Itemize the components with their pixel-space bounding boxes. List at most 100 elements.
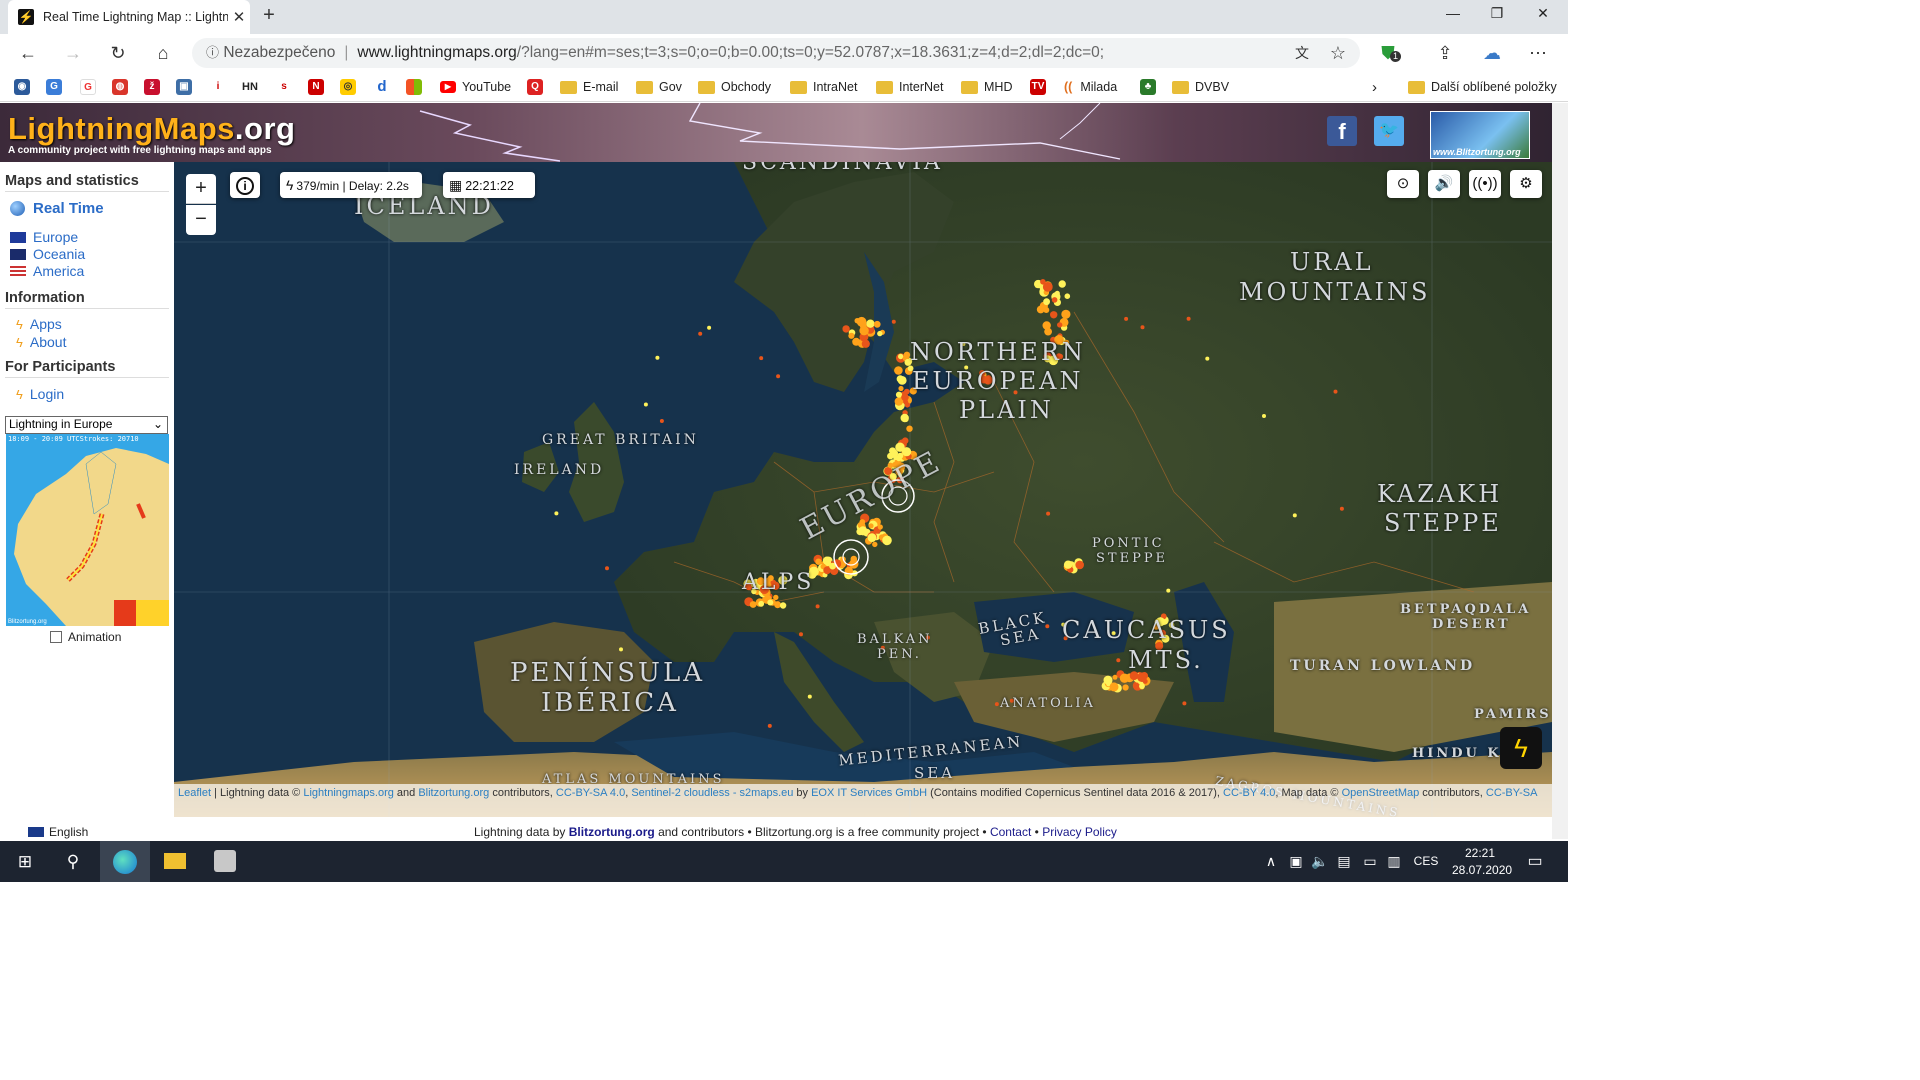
globe-icon (10, 201, 25, 216)
sidebar-item-label: Apps (29, 316, 62, 332)
leaflet-link[interactable]: Leaflet (178, 787, 211, 799)
file-explorer-icon[interactable] (150, 841, 200, 882)
fav-mhd[interactable]: MHD (961, 78, 1012, 96)
hn-favicon[interactable]: HN (242, 81, 258, 93)
forward-button[interactable]: → (59, 39, 87, 67)
tray-app-icon[interactable]: ▥ (1382, 841, 1406, 882)
fav-internet[interactable]: InterNet (876, 78, 943, 96)
fav-milada[interactable]: ((Milada (1064, 78, 1117, 96)
d-favicon-icon[interactable]: d (374, 79, 390, 95)
fav-other[interactable]: Další oblíbené položky (1408, 78, 1557, 96)
seznam-favicon-icon[interactable]: s (276, 79, 292, 95)
sidebar-item-apps[interactable]: ϟ Apps (16, 316, 62, 332)
fav-intranet[interactable]: IntraNet (790, 78, 857, 96)
n-favicon-icon[interactable]: N (308, 79, 324, 95)
refresh-button[interactable]: ↻ (104, 39, 132, 67)
sidebar-item-oceania[interactable]: Oceania (10, 246, 85, 262)
microsoft-favicon-icon[interactable] (406, 79, 422, 95)
chevron-right-icon[interactable]: › (1372, 78, 1377, 96)
input-language[interactable]: CES (1408, 841, 1444, 882)
lightning-strike (891, 319, 896, 324)
blitzortung-logo[interactable]: www.Blitzortung.org (1430, 111, 1530, 159)
notifications-icon[interactable]: ▭ (1512, 841, 1558, 882)
maximize-button[interactable]: ❐ (1474, 0, 1520, 28)
cloud-icon[interactable]: ☁ (1478, 39, 1506, 67)
translate-icon[interactable]: 文 (1288, 39, 1316, 67)
checkbox-box[interactable] (50, 631, 62, 643)
lightning-map[interactable]: SCANDINAVIA ICELAND URAL MOUNTAINS NORTH… (174, 162, 1552, 817)
fav-youtube[interactable]: ▶ YouTube (440, 78, 511, 96)
page-scrollbar[interactable] (1552, 103, 1568, 839)
lightning-mode-button[interactable]: ϟ (1500, 727, 1542, 769)
more-menu-icon[interactable]: ⋯ (1524, 39, 1552, 67)
news-favicon-icon[interactable]: ▣ (176, 79, 192, 95)
zive-favicon-icon[interactable]: ž (144, 79, 160, 95)
site-logo[interactable]: LightningMaps.org (8, 111, 295, 147)
tray-app-icon[interactable]: ▤ (1332, 841, 1356, 882)
new-tab-button[interactable]: + (258, 5, 280, 27)
sidebar-item-america[interactable]: America (10, 263, 84, 279)
frog-favicon-icon[interactable]: ♣ (1140, 79, 1156, 95)
twitter-icon[interactable]: 🐦 (1374, 116, 1404, 146)
shield-favicon-icon[interactable]: ◎ (340, 79, 356, 95)
cc-by-link[interactable]: CC-BY 4.0 (1223, 787, 1275, 799)
volume-icon[interactable]: 🔈 (1308, 841, 1332, 882)
back-button[interactable]: ← (14, 39, 42, 67)
facebook-icon[interactable]: f (1327, 116, 1357, 146)
globe-favicon-icon[interactable]: ◍ (112, 79, 128, 95)
animation-checkbox[interactable]: Animation (50, 630, 121, 644)
sidebar-item-realtime[interactable]: Real Time (10, 200, 104, 217)
contact-link[interactable]: Contact (990, 825, 1031, 839)
sidebar-item-about[interactable]: ϟ About (16, 334, 66, 350)
sentinel-link[interactable]: Sentinel-2 cloudless - s2maps.eu (631, 787, 793, 799)
idnes-favicon-icon[interactable]: i (210, 79, 226, 95)
lightningmaps-link[interactable]: Lightningmaps.org (303, 787, 394, 799)
translate-favicon-icon[interactable]: G (46, 79, 62, 95)
eox-link[interactable]: EOX IT Services GmbH (811, 787, 927, 799)
network-icon[interactable]: ▣ (1284, 841, 1308, 882)
europe-minimap[interactable]: 18:09 - 20:09 UTCStrokes: 20710 Blitzort… (6, 434, 169, 626)
q-favicon-icon[interactable]: Q (527, 79, 543, 95)
minimize-button[interactable]: — (1430, 0, 1476, 28)
zoom-in-button[interactable]: + (186, 174, 216, 204)
sidebar-item-login[interactable]: ϟ Login (16, 386, 64, 402)
fav-email[interactable]: E-mail (560, 78, 618, 96)
privacy-link[interactable]: Privacy Policy (1042, 825, 1117, 839)
address-bar[interactable]: ⓘ Nezabezpečeno | www.lightningmaps.org/?l… (192, 38, 1360, 68)
site-info-icon[interactable]: ⓘ (206, 45, 219, 60)
share-icon[interactable]: ⇪ (1431, 39, 1459, 67)
edge-icon[interactable] (100, 841, 150, 882)
cc-by-sa-link[interactable]: CC-BY-SA 4.0 (556, 787, 625, 799)
blitzortung-link[interactable]: Blitzortung.org (418, 787, 489, 799)
fav-obchody[interactable]: Obchody (698, 78, 771, 96)
taskbar-clock[interactable]: 22:21 28.07.2020 (1452, 845, 1512, 879)
sidebar-item-europe[interactable]: Europe (10, 229, 78, 245)
app-icon[interactable] (200, 841, 250, 882)
shield-extension-icon[interactable]: ⛊ 1 (1374, 39, 1402, 67)
close-tab-icon[interactable]: ✕ (228, 8, 250, 26)
locate-button[interactable]: ⊙ (1387, 170, 1419, 198)
windows-start-icon[interactable]: ⊞ (0, 841, 50, 882)
fav-gov[interactable]: Gov (636, 78, 682, 96)
sound-button[interactable]: 🔊 (1428, 170, 1460, 198)
google-favicon-icon[interactable]: G (80, 79, 96, 95)
home-button[interactable]: ⌂ (149, 39, 177, 67)
region-select[interactable]: Lightning in Europe ⌄ (5, 416, 168, 434)
footer-blitzortung-link[interactable]: Blitzortung.org (569, 825, 655, 839)
info-button[interactable]: i (230, 172, 260, 198)
stations-button[interactable]: ((•)) (1469, 170, 1501, 198)
search-icon[interactable]: ⚲ (48, 841, 98, 882)
osm-link[interactable]: OpenStreetMap (1342, 787, 1420, 799)
close-window-button[interactable]: ✕ (1520, 0, 1566, 28)
zoom-out-button[interactable]: − (186, 205, 216, 235)
favorite-star-icon[interactable]: ☆ (1324, 39, 1352, 67)
tv-favicon-icon[interactable]: TV (1030, 79, 1046, 95)
settings-button[interactable]: ⚙ (1510, 170, 1542, 198)
language-selector[interactable]: English (28, 825, 88, 839)
cc-by-sa-link[interactable]: CC-BY-SA (1486, 787, 1538, 799)
browser-tab[interactable]: ⚡ Real Time Lightning Map :: Lightn ✕ (8, 0, 250, 34)
fav-dvbv[interactable]: DVBV (1172, 78, 1229, 96)
display-icon[interactable]: ▭ (1358, 841, 1382, 882)
rss-favicon-icon[interactable]: ◉ (14, 79, 30, 95)
chevron-up-icon[interactable]: ∧ (1258, 841, 1284, 882)
